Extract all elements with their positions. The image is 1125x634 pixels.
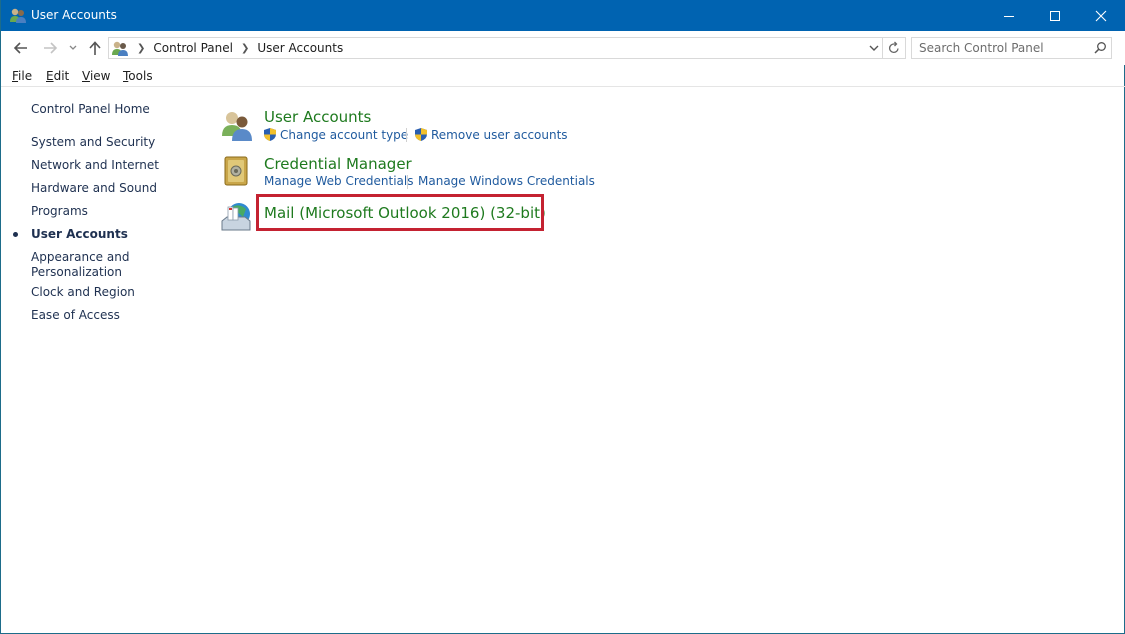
refresh-button[interactable] [882, 37, 906, 59]
sidebar-item-label: Appearance and [31, 250, 130, 264]
breadcrumb-separator[interactable]: ❯ [241, 43, 249, 54]
sidebar-item-label: Personalization [31, 265, 122, 279]
maximize-icon [1050, 10, 1060, 21]
link-change-account-type[interactable]: Change account type [263, 127, 408, 142]
sidebar-item-programs[interactable]: Programs [31, 204, 88, 219]
search-icon[interactable] [1093, 41, 1107, 55]
address-dropdown-icon[interactable] [867, 41, 881, 55]
sidebar-item-system-and-security[interactable]: System and Security [31, 135, 155, 150]
sidebar-item-network-and-internet[interactable]: Network and Internet [31, 158, 159, 173]
credential-vault-icon[interactable] [220, 155, 254, 189]
menu-tools[interactable]: Tools [123, 69, 153, 83]
uac-shield-icon [264, 128, 276, 141]
address-bar[interactable]: ❯ Control Panel ❯ User Accounts [108, 37, 883, 59]
title-bar[interactable]: User Accounts [1, 0, 1125, 31]
sidebar-item-appearance-and-personalization[interactable]: Appearance and Personalization [31, 250, 129, 280]
maximize-button[interactable] [1032, 0, 1078, 31]
window-title: User Accounts [31, 8, 117, 22]
chevron-down-icon [69, 45, 77, 50]
search-box[interactable] [911, 37, 1112, 59]
link-label: Remove user accounts [431, 127, 568, 142]
forward-arrow-icon [44, 42, 58, 54]
sidebar-item-hardware-and-sound[interactable]: Hardware and Sound [31, 181, 157, 196]
sidebar-item-user-accounts[interactable]: User Accounts [31, 227, 128, 242]
up-button[interactable] [86, 39, 104, 57]
recent-locations-button[interactable] [66, 39, 80, 57]
search-input[interactable] [912, 38, 1087, 58]
menu-bar: File Edit View Tools [1, 66, 1125, 87]
mail-icon[interactable] [219, 199, 253, 233]
up-arrow-icon [89, 41, 101, 55]
user-accounts-icon[interactable] [220, 108, 254, 142]
close-icon [1095, 10, 1107, 21]
highlight-box [256, 194, 544, 231]
link-remove-user-accounts[interactable]: Remove user accounts [414, 127, 568, 142]
sidebar-control-panel-home[interactable]: Control Panel Home [31, 102, 150, 117]
breadcrumb-separator[interactable]: ❯ [137, 43, 145, 54]
minimize-icon [1004, 15, 1014, 17]
sidebar-item-clock-and-region[interactable]: Clock and Region [31, 285, 135, 300]
uac-shield-icon [415, 128, 427, 141]
back-arrow-icon [13, 42, 27, 54]
back-button[interactable] [12, 39, 30, 57]
menu-edit[interactable]: Edit [46, 69, 69, 83]
link-label: Change account type [280, 127, 409, 142]
control-panel-icon [112, 41, 128, 56]
sidebar-item-ease-of-access[interactable]: Ease of Access [31, 308, 120, 323]
category-title-credential-manager[interactable]: Credential Manager [264, 155, 412, 173]
link-manage-web-credentials[interactable]: Manage Web Credentials [264, 174, 413, 188]
minimize-button[interactable] [986, 0, 1032, 31]
link-separator [406, 128, 407, 142]
user-accounts-icon [10, 8, 26, 23]
link-separator [407, 175, 408, 189]
current-item-bullet [13, 232, 18, 237]
menu-view[interactable]: View [82, 69, 110, 83]
breadcrumb-control-panel[interactable]: Control Panel [153, 41, 233, 55]
close-button[interactable] [1078, 0, 1124, 31]
forward-button[interactable] [41, 39, 59, 57]
refresh-icon [888, 41, 899, 54]
menu-file[interactable]: File [12, 69, 32, 83]
category-title-user-accounts[interactable]: User Accounts [264, 108, 371, 126]
breadcrumb-user-accounts[interactable]: User Accounts [257, 41, 343, 55]
link-manage-windows-credentials[interactable]: Manage Windows Credentials [418, 174, 595, 188]
control-panel-window: User Accounts ❯ Control Panel ❯ User Acc… [0, 0, 1125, 634]
